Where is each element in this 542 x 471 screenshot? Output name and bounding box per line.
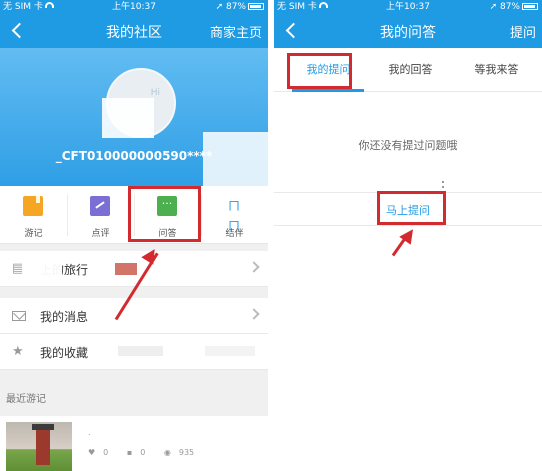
my-community-screen: 无 SIM 卡 上午10:37 ➚ 87% 我的社区 商家主页 Hi _CFT0…	[0, 0, 268, 471]
tab-waiting-answers[interactable]: 等我来答	[452, 48, 541, 92]
battery-indicator: ➚ 87%	[490, 0, 538, 14]
active-tab-indicator	[292, 89, 364, 92]
dot	[442, 186, 444, 188]
redaction-mask	[118, 346, 163, 356]
highlight-box-qa	[128, 186, 201, 242]
page-title: 我的问答	[380, 25, 436, 41]
travel-card-subtitle: .	[88, 428, 91, 437]
nav-bar: 我的问答 提问	[274, 14, 542, 48]
mail-icon	[12, 309, 26, 323]
tab-my-answers[interactable]: 我的回答	[366, 48, 455, 92]
travel-thumbnail	[6, 422, 72, 471]
redaction-mask	[203, 132, 268, 186]
travel-card[interactable]	[0, 416, 268, 471]
grid-item-label: 游记	[24, 229, 43, 239]
my-qa-screen: 无 SIM 卡 上午10:37 ➚ 87% 我的问答 提问 我的提问 我的回答 …	[274, 0, 542, 471]
dot	[442, 181, 444, 183]
redaction-mask	[102, 98, 154, 138]
comment-stat: ▪ 0	[126, 448, 146, 457]
grid-item-notes[interactable]: 游记	[0, 186, 67, 244]
nav-bar: 我的社区 商家主页	[0, 14, 268, 48]
battery-icon	[248, 3, 264, 10]
chevron-right-icon	[248, 308, 260, 320]
location-icon: ➚	[215, 2, 224, 12]
travel-badge	[115, 263, 137, 275]
grid-item-label: 点评	[91, 229, 110, 239]
grid-item-review[interactable]: 点评	[67, 186, 134, 244]
notes-icon	[23, 196, 43, 216]
review-icon	[90, 196, 110, 216]
partner-icon: ㄇㄇ	[227, 199, 240, 233]
avatar-text: Hi	[150, 88, 160, 98]
status-bar: 无 SIM 卡 上午10:37 ➚ 87%	[0, 0, 268, 14]
list-item-messages[interactable]: 我的消息	[0, 298, 268, 334]
battery-indicator: ➚ 87%	[216, 0, 264, 14]
highlight-box-my-questions	[287, 53, 352, 89]
ask-question-button[interactable]: 提问	[510, 22, 536, 41]
star-icon: ★	[12, 344, 24, 359]
view-stat: ◉ 935	[163, 448, 195, 457]
tower-image	[32, 424, 54, 465]
location-icon: ➚	[489, 2, 498, 12]
merchant-home-button[interactable]: 商家主页	[210, 22, 262, 41]
empty-state-message: 你还没有提过问题哦	[358, 139, 458, 152]
heart-icon: ♥	[88, 448, 96, 457]
list-item-label: 我的消息	[40, 310, 89, 324]
eye-icon: ◉	[163, 448, 171, 457]
redaction-mask	[22, 254, 62, 284]
grid-item-label: 结伴	[225, 229, 244, 239]
status-bar: 无 SIM 卡 上午10:37 ➚ 87%	[274, 0, 542, 14]
travel-card-stats: ♥ 0 ▪ 0 ◉ 935	[88, 448, 210, 457]
highlight-box-ask-now	[377, 191, 446, 225]
list-item-label: 我的收藏	[40, 346, 89, 360]
comment-icon: ▪	[126, 448, 133, 457]
chevron-right-icon	[248, 261, 260, 273]
section-title-recent: 最近游记	[6, 394, 46, 405]
battery-icon	[522, 3, 538, 10]
grid-item-partner[interactable]: ㄇㄇ 结伴	[201, 186, 268, 244]
like-stat: ♥ 0	[88, 448, 109, 457]
redaction-mask	[205, 346, 255, 356]
